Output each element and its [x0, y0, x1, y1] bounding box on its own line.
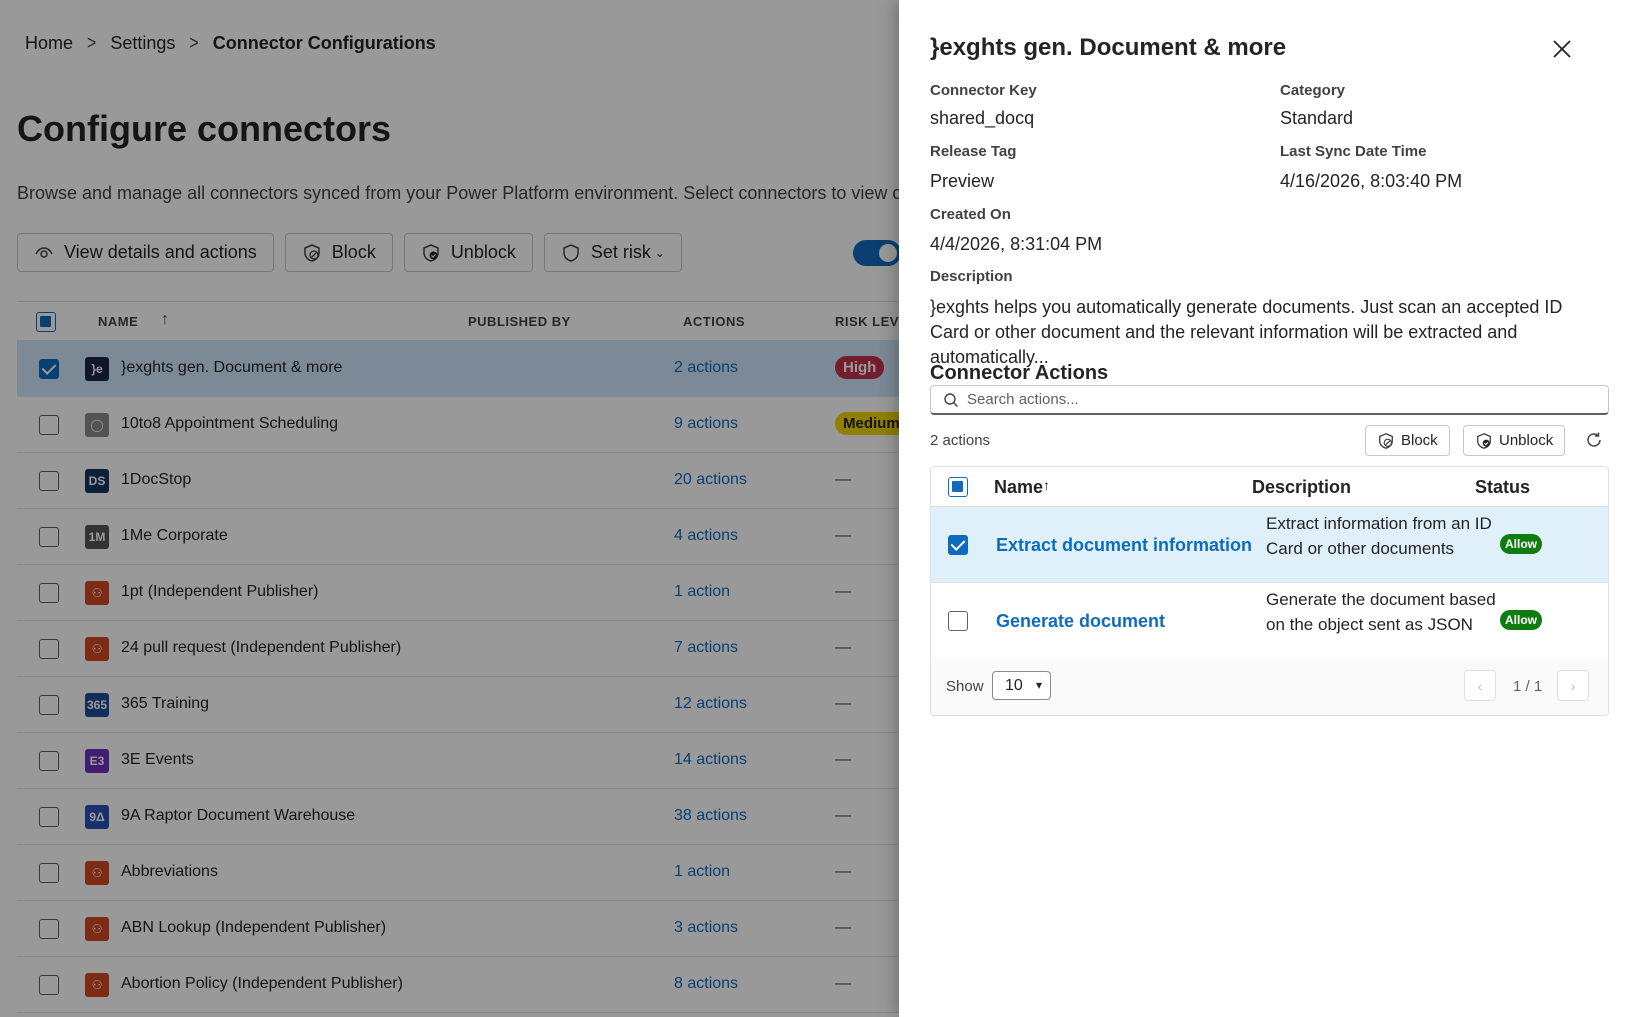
drawer-block-button[interactable]: Block	[1365, 425, 1450, 456]
category-label: Category	[1280, 82, 1346, 99]
drawer-unblock-label: Unblock	[1499, 432, 1554, 449]
next-page-button[interactable]: ›	[1557, 670, 1589, 701]
select-all-actions-checkbox[interactable]	[948, 477, 968, 497]
action-name-link[interactable]: Extract document information	[996, 535, 1252, 556]
search-actions-box[interactable]	[930, 385, 1609, 415]
action-description: Generate the document based on the objec…	[1266, 590, 1496, 634]
column-description[interactable]: Description	[1252, 477, 1351, 498]
release-tag-label: Release Tag	[930, 143, 1017, 160]
show-label: Show	[946, 678, 984, 695]
sort-ascending-icon: ↑	[1043, 477, 1050, 493]
status-badge: Allow	[1500, 534, 1542, 554]
page-size-select[interactable]: 10 ▾	[992, 671, 1051, 700]
shield-check-icon	[1477, 432, 1491, 449]
actions-table: Name ↑ Description Status Extract docume…	[930, 466, 1609, 716]
release-tag-value: Preview	[930, 171, 995, 191]
refresh-icon[interactable]	[1584, 430, 1604, 450]
chevron-right-icon: ›	[1570, 677, 1576, 694]
last-sync-label: Last Sync Date Time	[1280, 143, 1427, 160]
search-actions-input[interactable]	[967, 391, 1567, 408]
action-row[interactable]: Extract document information Extract inf…	[931, 507, 1608, 583]
close-icon[interactable]	[1549, 36, 1575, 62]
created-on-value: 4/4/2026, 8:31:04 PM	[930, 234, 1103, 254]
action-name-link[interactable]: Generate document	[996, 611, 1165, 632]
column-name[interactable]: Name	[994, 477, 1043, 498]
actions-table-footer: Show 10 ▾ ‹ 1 / 1 ›	[931, 658, 1608, 715]
action-row-checkbox[interactable]	[948, 611, 968, 631]
page-size-value: 10	[1005, 677, 1023, 694]
chevron-left-icon: ‹	[1477, 677, 1483, 694]
shield-block-icon	[1379, 432, 1393, 449]
action-row[interactable]: Generate document Generate the document …	[931, 583, 1608, 659]
connector-actions-heading: Connector Actions	[930, 362, 1109, 384]
action-row-checkbox[interactable]	[948, 535, 968, 555]
created-on-label: Created On	[930, 206, 1011, 223]
pager-text: 1 / 1	[1513, 678, 1543, 695]
drawer-unblock-button[interactable]: Unblock	[1463, 425, 1566, 456]
actions-table-header: Name ↑ Description Status	[931, 467, 1608, 507]
category-value: Standard	[1280, 108, 1354, 128]
description-label: Description	[930, 268, 1013, 285]
connector-details-drawer: }exghts gen. Document & more Connector K…	[899, 0, 1642, 1017]
status-badge: Allow	[1500, 610, 1542, 630]
chevron-down-icon: ▾	[1035, 678, 1042, 692]
action-description: Extract information from an ID Card or o…	[1266, 514, 1492, 558]
actions-count: 2 actions	[930, 432, 991, 449]
column-status[interactable]: Status	[1475, 477, 1530, 498]
connector-key-value: shared_docq	[930, 108, 1035, 128]
drawer-block-label: Block	[1401, 432, 1438, 449]
previous-page-button[interactable]: ‹	[1464, 670, 1496, 701]
connector-key-label: Connector Key	[930, 82, 1037, 99]
search-icon	[944, 392, 958, 407]
description-value: }exghts helps you automatically generate…	[930, 297, 1563, 367]
last-sync-value: 4/16/2026, 8:03:40 PM	[1280, 171, 1463, 191]
drawer-title: }exghts gen. Document & more	[930, 34, 1287, 61]
